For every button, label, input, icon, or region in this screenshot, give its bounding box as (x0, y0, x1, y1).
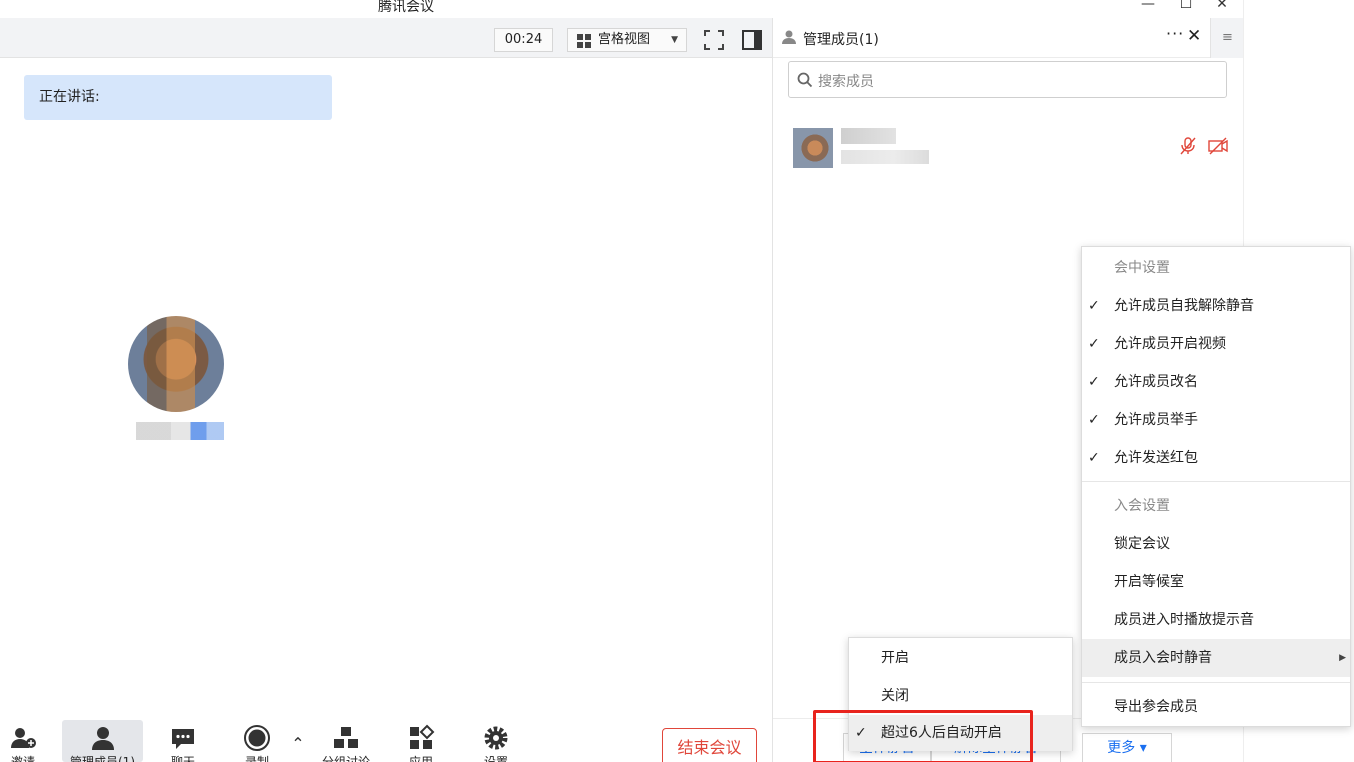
check-icon: ✓ (1088, 412, 1100, 428)
search-icon (797, 72, 813, 88)
breakout-label: 分组讨论 (321, 755, 370, 762)
invite-label: 邀请 (10, 755, 35, 762)
record-button[interactable]: 录制 (234, 720, 280, 762)
menu-item-allow-raise-hand[interactable]: ✓ 允许成员举手 (1082, 401, 1350, 439)
breakout-icon (334, 727, 358, 748)
menu-item-allow-rename[interactable]: ✓ 允许成员改名 (1082, 363, 1350, 401)
menu-item-join-sound[interactable]: 成员进入时播放提示音 (1082, 601, 1350, 639)
video-toolbar: 00:24 宫格视图 ▼ (0, 18, 772, 58)
check-icon: ✓ (1088, 298, 1100, 314)
menu-item-label: 允许发送红包 (1114, 450, 1198, 466)
chevron-down-icon: ▼ (671, 35, 678, 45)
menu-item-label: 允许成员举手 (1114, 412, 1198, 428)
menu-item-label: 允许成员开启视频 (1114, 336, 1226, 352)
record-options-button[interactable]: ⌃ (287, 720, 309, 762)
menu-divider (1082, 682, 1350, 683)
chat-button[interactable]: 聊天 (160, 720, 206, 762)
apps-button[interactable]: 应用 (398, 720, 444, 762)
menu-item-allow-red-packet[interactable]: ✓ 允许发送红包 (1082, 439, 1350, 477)
fullscreen-icon[interactable] (702, 28, 726, 52)
manage-members-button[interactable]: 管理成员(1) (62, 720, 143, 762)
close-window-button[interactable]: ✕ (1212, 0, 1232, 12)
title-bar: 腾讯会议 — ☐ ✕ (0, 0, 1243, 18)
side-panel-toggle-icon[interactable] (740, 28, 764, 52)
member-name-blurred (841, 128, 896, 144)
menu-item-label: 允许成员改名 (1114, 374, 1198, 390)
camera-off-icon[interactable] (1207, 135, 1229, 157)
members-panel-title: 管理成员(1) (803, 32, 879, 48)
close-panel-button[interactable]: ✕ (1187, 26, 1201, 46)
speaking-indicator: 正在讲话: (24, 75, 332, 120)
gear-icon (484, 726, 508, 750)
apps-icon (410, 724, 435, 749)
settings-button[interactable]: 设置 (473, 720, 519, 762)
participant-name-blurred (136, 422, 224, 440)
manage-members-label: 管理成员(1) (70, 755, 135, 762)
panel-menu-button[interactable]: ≡ (1210, 18, 1244, 58)
menu-item-allow-self-unmute[interactable]: ✓ 允许成员自我解除静音 (1082, 287, 1350, 325)
check-icon: ✓ (1088, 374, 1100, 390)
grid-view-dropdown[interactable]: 宫格视图 ▼ (567, 28, 687, 52)
grid-icon (577, 34, 591, 48)
participant-avatar (128, 316, 224, 412)
list-item[interactable] (773, 118, 1243, 176)
record-icon (244, 725, 270, 751)
menu-item-label: 成员入会时静音 (1114, 650, 1212, 666)
menu-header-join: 入会设置 (1114, 498, 1170, 514)
menu-item-label: 允许成员自我解除静音 (1114, 298, 1254, 314)
add-user-icon (11, 728, 36, 748)
apps-label: 应用 (408, 755, 433, 762)
member-search-input[interactable]: 搜索成员 (788, 61, 1227, 98)
menu-divider (1082, 481, 1350, 482)
chevron-right-icon: ▶ (1339, 653, 1346, 663)
search-placeholder: 搜索成员 (818, 74, 874, 90)
maximize-button[interactable]: ☐ (1176, 0, 1196, 12)
more-settings-menu: 会中设置 ✓ 允许成员自我解除静音 ✓ 允许成员开启视频 ✓ 允许成员改名 ✓ … (1081, 246, 1351, 727)
end-meeting-button[interactable]: 结束会议 (662, 728, 757, 762)
check-icon: ✓ (1088, 336, 1100, 352)
menu-item-allow-video[interactable]: ✓ 允许成员开启视频 (1082, 325, 1350, 363)
submenu-item-on[interactable]: 开启 (849, 639, 1072, 677)
window-title: 腾讯会议 (378, 0, 434, 15)
member-subtitle-blurred (841, 150, 929, 164)
chevron-up-icon: ⌃ (291, 734, 305, 753)
more-options-icon[interactable]: ··· (1166, 24, 1184, 43)
menu-item-waiting-room[interactable]: 开启等候室 (1082, 563, 1350, 601)
check-icon: ✓ (1088, 450, 1100, 466)
user-icon (91, 727, 114, 750)
members-panel-header: 管理成员(1) ··· ✕ (773, 18, 1213, 58)
bottom-toolbar: 邀请 管理成员(1) 聊天 录制 ⌃ 分组讨论 应用 设置 结束会议 (0, 720, 772, 762)
menu-header-in-meeting: 会中设置 (1114, 260, 1170, 276)
app-window: 腾讯会议 — ☐ ✕ 00:24 宫格视图 ▼ 正在讲话: 邀请 管理成员(1)… (0, 0, 1354, 762)
more-button[interactable]: 更多 ▾ (1082, 733, 1172, 762)
breakout-rooms-button[interactable]: 分组讨论 (315, 720, 377, 762)
record-label: 录制 (244, 755, 269, 762)
menu-item-lock-meeting[interactable]: 锁定会议 (1082, 525, 1350, 563)
menu-item-mute-on-join[interactable]: 成员入会时静音 ▶ (1082, 639, 1350, 677)
chat-icon (172, 729, 194, 749)
chat-label: 聊天 (170, 755, 195, 762)
user-icon (782, 30, 796, 44)
menu-icon: ≡ (1222, 30, 1233, 45)
minimize-button[interactable]: — (1138, 0, 1158, 12)
mic-off-icon[interactable] (1177, 135, 1199, 157)
avatar (793, 128, 833, 168)
meeting-timer: 00:24 (494, 28, 553, 52)
video-area: 正在讲话: (0, 58, 772, 720)
invite-button[interactable]: 邀请 (0, 720, 46, 762)
settings-label: 设置 (483, 755, 508, 762)
menu-item-export-members[interactable]: 导出参会成员 (1082, 688, 1350, 726)
annotation-highlight-box (813, 710, 1033, 762)
grid-view-label: 宫格视图 (598, 32, 651, 47)
